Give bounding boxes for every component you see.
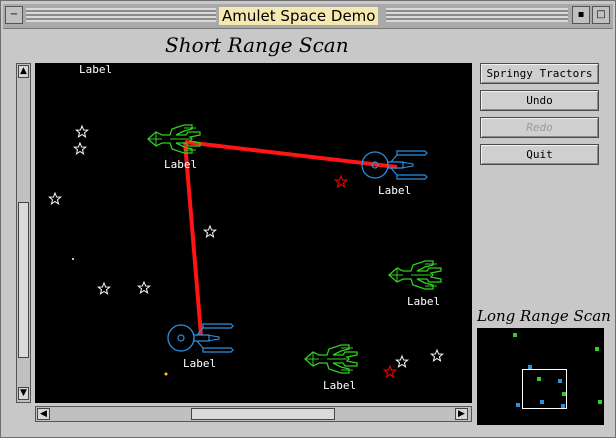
undo-button[interactable]: Undo [480, 90, 599, 111]
tractor-beams [183, 140, 398, 336]
klingon-ship-icon[interactable] [147, 124, 201, 154]
minimize-button[interactable]: ▪ [572, 6, 590, 24]
title-bar-stripes-right [386, 8, 568, 22]
star-icon [97, 282, 111, 295]
scroll-up-icon: ▲ [20, 66, 27, 76]
scroll-left-icon: ◀ [40, 408, 47, 419]
ship-label: Label [323, 379, 356, 392]
scroll-right-icon: ▶ [458, 408, 465, 419]
window-title: Amulet Space Demo [219, 7, 379, 25]
floating-label: Label [79, 63, 112, 76]
ship-label: Label [378, 184, 411, 197]
vertical-scrollbar[interactable]: ▲ ▼ [16, 63, 31, 403]
ship-label: Label [183, 357, 216, 370]
short-range-title: Short Range Scan [165, 33, 349, 57]
short-range-scan-canvas[interactable]: Label Label Label Label Label Label [35, 63, 472, 403]
app-window: − Amulet Space Demo ▪ □ Short Range Scan… [0, 0, 616, 438]
scroll-up-button[interactable]: ▲ [18, 65, 29, 78]
klingon-ship-icon[interactable] [388, 260, 442, 290]
scroll-down-icon: ▼ [20, 388, 27, 398]
quit-button[interactable]: Quit [480, 144, 599, 165]
ship-label: Label [164, 158, 197, 171]
window-menu-button[interactable]: − [5, 6, 23, 24]
star-icon [395, 355, 409, 368]
star-dot [164, 372, 168, 376]
minimize-icon: ▪ [577, 9, 585, 20]
star-icon [137, 281, 151, 294]
star-icon [430, 349, 444, 362]
long-range-title: Long Range Scan [477, 307, 611, 325]
scroll-left-button[interactable]: ◀ [37, 408, 50, 420]
minimap-dot [598, 400, 602, 404]
space-scene: Label Label Label Label Label Label [48, 63, 444, 392]
long-range-scan-minimap[interactable] [477, 328, 604, 425]
minimap-viewport-rect[interactable] [522, 369, 567, 409]
redo-button[interactable]: Redo [480, 117, 599, 138]
star-dot [72, 258, 74, 260]
scroll-down-button[interactable]: ▼ [18, 387, 29, 400]
close-icon: − [9, 9, 19, 20]
star-icon [48, 192, 62, 205]
minimap-dot [516, 403, 520, 407]
star-icon [203, 225, 217, 238]
minimap-dot [513, 333, 517, 337]
minimap-dot [595, 347, 599, 351]
ship-label: Label [407, 295, 440, 308]
star-icon [75, 125, 89, 138]
red-star-icon [383, 365, 397, 378]
title-bar[interactable]: − Amulet Space Demo ▪ □ [3, 4, 613, 29]
maximize-icon: □ [596, 9, 606, 20]
tractor-beam [184, 140, 398, 169]
horizontal-scroll-thumb[interactable] [191, 408, 335, 420]
vertical-scroll-thumb[interactable] [18, 202, 29, 358]
star-icon [73, 142, 87, 155]
red-star-icon [334, 175, 348, 188]
klingon-ship-icon[interactable] [304, 344, 358, 374]
maximize-button[interactable]: □ [592, 6, 610, 24]
ship-labels: Label Label Label Label Label Label [79, 63, 440, 392]
scroll-right-button[interactable]: ▶ [455, 408, 468, 420]
horizontal-scrollbar[interactable]: ◀ ▶ [35, 406, 472, 422]
title-bar-stripes-left [26, 8, 216, 22]
springy-tractors-button[interactable]: Springy Tractors [480, 63, 599, 84]
